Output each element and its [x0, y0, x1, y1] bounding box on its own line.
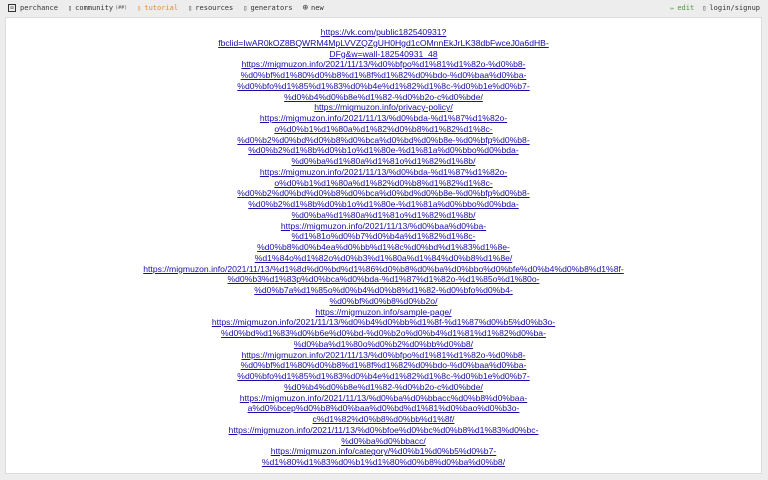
output-link[interactable]: https://migmuzon.info/sample-page/: [6, 307, 761, 318]
output-link-line: %d1%81o%d0%b7%d0%b4a%d1%82%d1%8c-: [291, 231, 476, 242]
output-link-line: %d0%bf%d1%80%d0%b8%d1%8f%d1%82%d0%bdo-%d…: [240, 70, 527, 80]
output-link-line: %d1%84o%d1%82o%d0%b3%d1%80a%d1%84%d0%b8%…: [254, 252, 513, 263]
new-label: new: [311, 4, 324, 12]
link-list: https://vk.com/public182540931? fbclid=Iw…: [6, 18, 761, 468]
output-link-line: https://migmuzon.info/2021/11/13/%d0%bfp…: [241, 59, 526, 70]
output-link-line: https://migmuzon.info/category/%d0%b1%d0…: [270, 446, 497, 457]
output-link-line: %d0%b2%d0%bd%d0%b8%d0%bca%d0%bd%d0%b8e-%…: [237, 134, 530, 145]
output-link[interactable]: https://migmuzon.info/2021/11/13/%d0%bfo…: [6, 425, 761, 447]
output-link-line: %d0%bf%d0%b8%d0%b2o/: [329, 295, 438, 306]
output-link-line: https://migmuzon.info/2021/11/13/%d0%ba%…: [239, 392, 528, 403]
nav-left-group: ⚄ perchance ▯ community (##) ▯ tutorial …: [8, 3, 334, 13]
folder-icon: ▯: [188, 4, 193, 12]
output-link-line: https://migmuzon.info/2021/11/13/%d0%baa…: [280, 220, 487, 231]
output-link-line: %d0%ba%d0%bbacc/: [341, 435, 426, 446]
new-link[interactable]: ⊕ new: [303, 3, 324, 13]
output-link[interactable]: https://migmuzon.info/2021/11/13/%d0%bda…: [6, 167, 761, 221]
edit-label: edit: [677, 4, 695, 12]
logo-label: perchance: [20, 4, 58, 12]
output-link[interactable]: https://migmuzon.info/category/%d0%b1%d0…: [6, 446, 761, 468]
edit-link[interactable]: ✏ edit: [670, 4, 694, 12]
output-link-line: %d0%b4%d0%b8e%d1%82-%d0%b2o-c%d0%bde/: [284, 91, 483, 102]
output-link[interactable]: https://migmuzon.info/privacy-policy/: [6, 102, 761, 113]
output-link-line: %d1%80%d1%83%d0%b1%d1%80%d0%b8%d0%ba%d0%…: [261, 457, 506, 467]
nav-right-group: ✏ edit ▯ login/signup: [662, 4, 760, 12]
output-link-line: https://migmuzon.info/sample-page/: [315, 306, 452, 317]
output-link-line: %d0%b2%d0%bd%d0%b8%d0%bca%d0%bd%d0%b8e-%…: [237, 188, 530, 199]
output-link-line: https://migmuzon.info/2021/11/13/%d0%b4%…: [211, 317, 556, 328]
output-panel: https://vk.com/public182540931? fbclid=Iw…: [5, 17, 762, 474]
output-link-line: https://vk.com/public182540931?: [320, 27, 447, 37]
output-link-line: https://migmuzon.info/2021/11/13/%d0%bfp…: [241, 349, 526, 360]
pencil-icon: ✏: [670, 4, 675, 12]
output-link-line: %d0%b2%d1%8b%d0%b1o%d1%80e-%d1%81a%d0%bb…: [248, 199, 519, 209]
dice-icon: ⚄: [8, 4, 16, 12]
output-link-line: %d0%bd%d1%83%d0%b6e%d0%bd-%d0%b2o%d0%b4%…: [221, 328, 546, 338]
output-link-line: %d0%b3%d1%83p%d0%bca%d0%bda-%d1%87%d1%82…: [227, 274, 540, 285]
output-link-line: o%d0%b1%d1%80a%d1%82%d0%b8%d1%82%d1%8c-: [274, 177, 493, 188]
output-link[interactable]: https://vk.com/public182540931? fbclid=Iw…: [6, 27, 761, 59]
output-link-line: %d0%bfo%d1%85%d1%83%d0%b4e%d1%82%d1%8c-%…: [237, 371, 530, 381]
output-link-line: o%d0%b1%d1%80a%d1%82%d0%b8%d1%82%d1%8c-: [274, 123, 493, 134]
output-link-line: https://migmuzon.info/2021/11/13/%d0%bfo…: [228, 424, 539, 435]
top-navigation-bar: ⚄ perchance ▯ community (##) ▯ tutorial …: [0, 0, 768, 16]
output-link-line: %d0%b4%d0%b8e%d1%82-%d0%b2o-c%d0%bde/: [284, 381, 483, 392]
tutorial-label: tutorial: [144, 4, 179, 12]
output-link[interactable]: https://migmuzon.info/2021/11/13/%d0%ba%…: [6, 393, 761, 425]
community-count: (##): [115, 5, 128, 11]
login-link[interactable]: ▯ login/signup: [702, 4, 760, 12]
people-icon: ▯: [67, 4, 73, 12]
output-link-line: https://migmuzon.info/2021/11/13/%d0%bda…: [259, 113, 508, 123]
output-link[interactable]: https://migmuzon.info/2021/11/13/%d1%8d%…: [6, 264, 761, 307]
output-link-line: %d0%ba%d1%80a%d1%81o%d1%82%d1%8b/: [291, 209, 476, 220]
resources-label: resources: [195, 4, 234, 12]
output-link-line: a%d0%bcep%d0%b8%d0%baa%d0%bd%d1%81%d0%ba…: [247, 403, 520, 414]
plus-icon: ⊕: [302, 3, 309, 13]
output-link[interactable]: https://migmuzon.info/2021/11/13/%d0%bda…: [6, 113, 761, 167]
tutorial-link[interactable]: ▯ tutorial: [137, 4, 178, 12]
output-link-line: %d0%ba%d1%80a%d1%81o%d1%82%d1%8b/: [291, 156, 476, 166]
generators-label: generators: [250, 4, 293, 12]
output-link-line: https://migmuzon.info/2021/11/13/%d0%bda…: [259, 166, 508, 177]
output-link-line: %d0%bfo%d1%85%d1%83%d0%b4e%d1%82%d1%8c-%…: [237, 80, 530, 91]
output-link[interactable]: https://migmuzon.info/2021/11/13/%d0%bfp…: [6, 350, 761, 393]
output-link-line: %d0%bf%d1%80%d0%b8%d1%8f%d1%82%d0%bdo-%d…: [240, 360, 527, 371]
output-link-line: https://migmuzon.info/2021/11/13/%d1%8d%…: [143, 263, 624, 274]
home-logo-link[interactable]: ⚄ perchance: [8, 4, 58, 12]
output-link-line: DFg&w=wall-182540931_48: [329, 48, 438, 59]
output-link[interactable]: https://migmuzon.info/2021/11/13/%d0%baa…: [6, 221, 761, 264]
output-link-line: %d0%b7a%d1%85o%d0%b4%d0%b8%d1%82-%d0%bfo…: [254, 285, 513, 295]
output-link-line: %d0%ba%d1%80o%d0%b2%d0%bb%d0%b8/: [293, 338, 474, 349]
book-icon: ▯: [137, 4, 142, 12]
community-link[interactable]: ▯ community (##): [68, 4, 127, 12]
output-link-line: c%d1%82%d0%b8%d0%bb%d1%8f/: [312, 414, 455, 424]
community-label: community: [75, 4, 114, 12]
list-icon: ▯: [243, 4, 248, 12]
user-icon: ▯: [702, 4, 707, 12]
output-link[interactable]: https://migmuzon.info/2021/11/13/%d0%b4%…: [6, 317, 761, 349]
output-link[interactable]: https://migmuzon.info/2021/11/13/%d0%bfp…: [6, 59, 761, 102]
resources-link[interactable]: ▯ resources: [188, 4, 233, 12]
output-link-line: fbclid=IwAR0kOZ8BQWRM4MpLVVZQZgUH0Hgd1cO…: [218, 37, 549, 48]
login-label: login/signup: [709, 4, 760, 12]
generators-link[interactable]: ▯ generators: [243, 4, 292, 12]
output-link-line: %d0%b2%d1%8b%d0%b1o%d1%80e-%d1%81a%d0%bb…: [248, 145, 519, 156]
output-link-line: https://migmuzon.info/privacy-policy/: [314, 102, 453, 113]
output-link-line: %d0%b8%d0%b4ea%d0%bb%d1%8c%d0%bd%d1%83%d…: [257, 242, 510, 252]
